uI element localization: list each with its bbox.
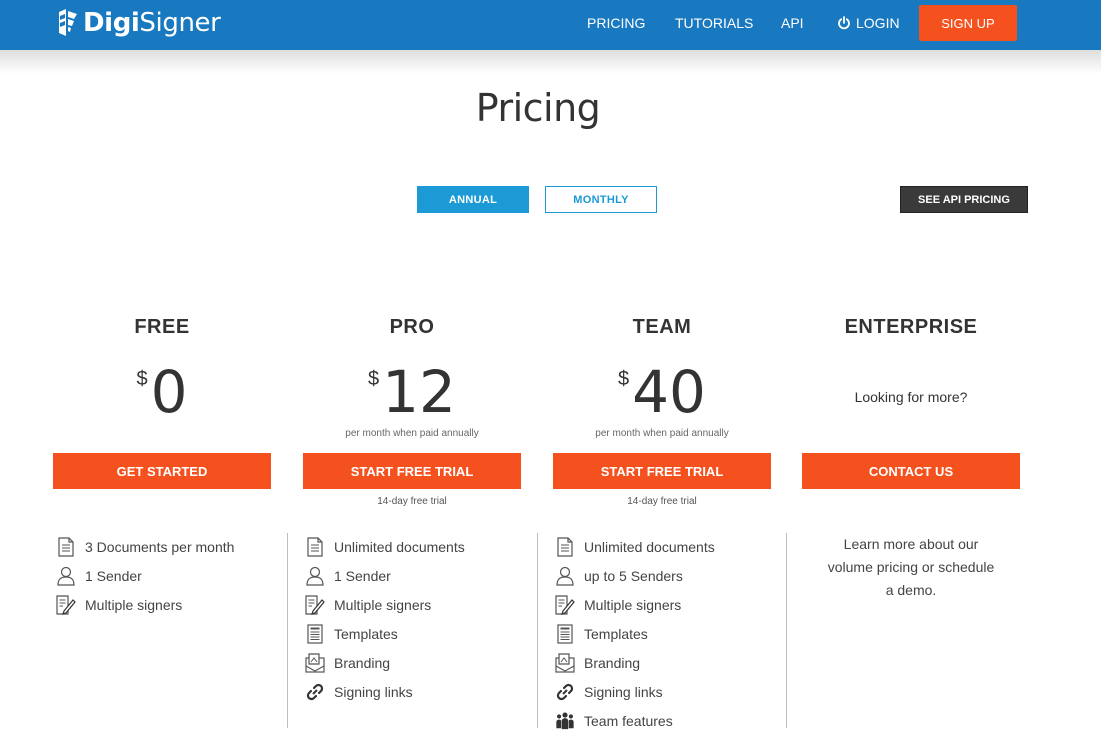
price-amount: 0 bbox=[150, 358, 188, 426]
feature-label: 1 Sender bbox=[85, 567, 142, 584]
feature-item: Multiple signers bbox=[555, 590, 715, 619]
sign-up-button[interactable]: SIGN UP bbox=[919, 5, 1017, 41]
plan-price: $ 12 bbox=[303, 358, 521, 426]
team-icon bbox=[555, 710, 575, 732]
signers-icon bbox=[56, 594, 76, 616]
contact-us-button[interactable]: CONTACT US bbox=[802, 453, 1020, 489]
feature-item: Templates bbox=[555, 619, 715, 648]
nav-api-link[interactable]: API bbox=[781, 0, 804, 46]
feature-label: Multiple signers bbox=[85, 596, 183, 613]
monthly-billing-toggle[interactable]: MONTHLY bbox=[545, 186, 657, 213]
top-navigation-bar: DigiSigner PRICING TUTORIALS API LOGIN S… bbox=[0, 0, 1101, 50]
branding-icon bbox=[555, 652, 575, 674]
trial-note: 14-day free trial bbox=[377, 496, 447, 507]
logo-text: DigiSigner bbox=[83, 8, 221, 38]
feature-label: Signing links bbox=[584, 683, 663, 700]
currency-symbol: $ bbox=[368, 368, 380, 390]
document-icon bbox=[555, 536, 575, 558]
feature-list: Unlimited documents up to 5 Senders Mult… bbox=[555, 532, 715, 735]
plan-name: ENTERPRISE bbox=[844, 316, 978, 338]
description-line: Learn more about our bbox=[843, 536, 979, 552]
template-icon bbox=[555, 623, 575, 645]
column-divider bbox=[786, 533, 787, 728]
feature-label: Branding bbox=[334, 654, 391, 671]
feature-label: Multiple signers bbox=[334, 596, 432, 613]
feature-label: up to 5 Senders bbox=[584, 567, 683, 584]
currency-symbol: $ bbox=[136, 368, 148, 390]
branding-icon bbox=[305, 652, 325, 674]
start-free-trial-button[interactable]: START FREE TRIAL bbox=[553, 453, 771, 489]
feature-item: 1 Sender bbox=[305, 561, 465, 590]
price-amount: 40 bbox=[632, 358, 706, 426]
nav-login-label: LOGIN bbox=[856, 15, 900, 31]
feature-item: Multiple signers bbox=[305, 590, 465, 619]
description-line: volume pricing or schedule bbox=[827, 559, 995, 575]
plan-name: TEAM bbox=[632, 316, 692, 338]
column-divider bbox=[537, 533, 538, 728]
feature-label: 1 Sender bbox=[334, 567, 391, 584]
feature-item: Signing links bbox=[305, 677, 465, 706]
currency-symbol: $ bbox=[618, 368, 630, 390]
feature-item: Team features bbox=[555, 706, 715, 735]
nav-pricing-link[interactable]: PRICING bbox=[587, 0, 645, 46]
link-icon bbox=[305, 681, 325, 703]
nav-tutorials-link[interactable]: TUTORIALS bbox=[675, 0, 753, 46]
feature-item: Signing links bbox=[555, 677, 715, 706]
feature-label: Templates bbox=[584, 625, 648, 642]
start-free-trial-button[interactable]: START FREE TRIAL bbox=[303, 453, 521, 489]
digisigner-logo[interactable]: DigiSigner bbox=[57, 6, 221, 40]
annual-billing-toggle[interactable]: ANNUAL bbox=[417, 186, 529, 213]
enterprise-description: Learn more about our volume pricing or s… bbox=[802, 533, 1020, 602]
feature-item: Multiple signers bbox=[56, 590, 234, 619]
feature-label: Unlimited documents bbox=[584, 538, 715, 555]
feature-item: Branding bbox=[305, 648, 465, 677]
power-icon bbox=[838, 16, 850, 30]
feature-item: 3 Documents per month bbox=[56, 532, 234, 561]
feature-item: 1 Sender bbox=[56, 561, 234, 590]
feature-label: Multiple signers bbox=[584, 596, 682, 613]
user-icon bbox=[305, 565, 325, 587]
plan-tagline: Looking for more? bbox=[854, 389, 968, 405]
document-icon bbox=[56, 536, 76, 558]
description-line: a demo. bbox=[885, 582, 937, 598]
see-api-pricing-button[interactable]: SEE API PRICING bbox=[900, 186, 1028, 213]
feature-label: Templates bbox=[334, 625, 398, 642]
header-shadow bbox=[0, 50, 1101, 74]
feature-item: Templates bbox=[305, 619, 465, 648]
signers-icon bbox=[305, 594, 325, 616]
price-note: per month when paid annually bbox=[345, 428, 479, 439]
nav-login-link[interactable]: LOGIN bbox=[837, 0, 900, 46]
feature-item: Unlimited documents bbox=[305, 532, 465, 561]
price-amount: 12 bbox=[382, 358, 456, 426]
column-divider bbox=[287, 533, 288, 728]
document-icon bbox=[305, 536, 325, 558]
feature-label: Unlimited documents bbox=[334, 538, 465, 555]
feature-label: 3 Documents per month bbox=[85, 538, 235, 555]
feature-label: Team features bbox=[584, 712, 673, 729]
get-started-button[interactable]: GET STARTED bbox=[53, 453, 271, 489]
price-note: per month when paid annually bbox=[595, 428, 729, 439]
feature-label: Branding bbox=[584, 654, 641, 671]
user-icon bbox=[555, 565, 575, 587]
feature-item: up to 5 Senders bbox=[555, 561, 715, 590]
feature-list: 3 Documents per month 1 Sender Multiple … bbox=[56, 532, 234, 619]
feature-item: Unlimited documents bbox=[555, 532, 715, 561]
feature-item: Branding bbox=[555, 648, 715, 677]
plan-price: $ 40 bbox=[553, 358, 771, 426]
signers-icon bbox=[555, 594, 575, 616]
feature-label: Signing links bbox=[334, 683, 413, 700]
user-icon bbox=[56, 565, 76, 587]
plan-name: PRO bbox=[389, 316, 435, 338]
template-icon bbox=[305, 623, 325, 645]
link-icon bbox=[555, 681, 575, 703]
page-title: Pricing bbox=[475, 86, 601, 130]
digisigner-logo-icon bbox=[59, 9, 77, 36]
trial-note: 14-day free trial bbox=[627, 496, 697, 507]
feature-list: Unlimited documents 1 Sender Multiple si… bbox=[305, 532, 465, 706]
plan-price: $ 0 bbox=[53, 358, 271, 426]
plan-name: FREE bbox=[134, 316, 190, 338]
